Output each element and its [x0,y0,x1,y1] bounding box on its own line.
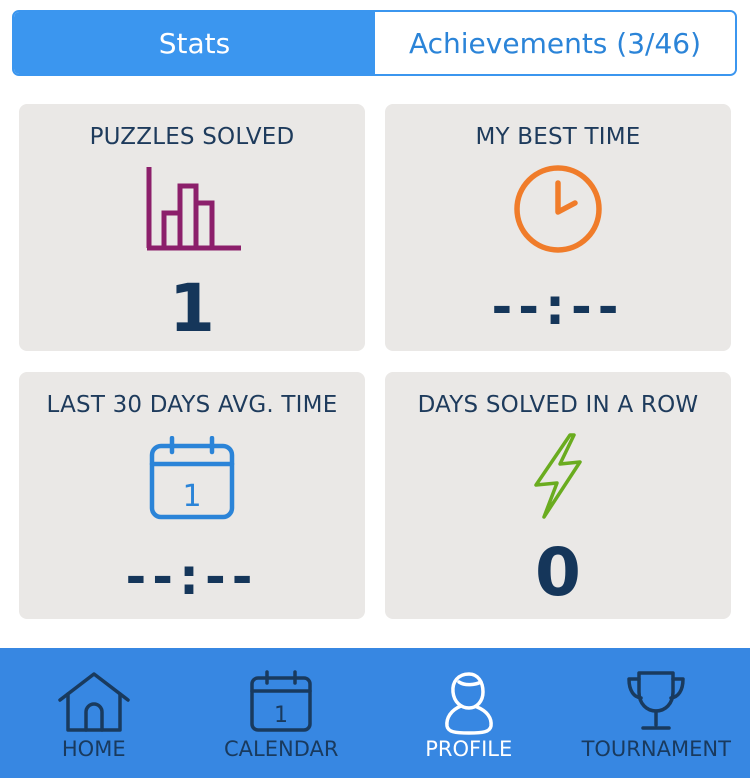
nav-tournament-label: TOURNAMENT [581,737,731,761]
puzzles-solved-card: PUZZLES SOLVED 1 [19,104,365,351]
calendar-icon-day: 1 [182,479,201,514]
streak-value: 0 [535,534,581,611]
trophy-icon [627,671,685,730]
nav-home-label: HOME [61,737,126,761]
avg-time-value: --:-- [125,548,259,606]
tab-achievements-label: Achievements (3/46) [408,26,702,60]
calendar-icon: 1 [149,436,235,520]
best-time-card: MY BEST TIME --:-- [385,104,731,351]
nav-tournament[interactable]: TOURNAMENT [563,648,750,778]
clock-icon [514,165,602,253]
best-time-value: --:-- [491,278,625,336]
tab-achievements[interactable]: Achievements (3/46) [375,12,735,74]
nav-calendar[interactable]: 1 CALENDAR [188,648,376,778]
nav-calendar-label: CALENDAR [224,737,339,761]
avg-time-card: LAST 30 DAYS AVG. TIME 1 --:-- [19,372,365,619]
calendar-icon: 1 [250,670,312,732]
card-title: DAYS SOLVED IN A ROW [417,392,699,418]
streak-card: DAYS SOLVED IN A ROW 0 [385,372,731,619]
card-title: PUZZLES SOLVED [89,124,295,150]
stats-screen: Stats Achievements (3/46) PUZZLES SOLVED… [0,0,750,778]
home-icon [58,672,130,732]
nav-profile[interactable]: PROFILE [375,648,563,778]
card-title: MY BEST TIME [475,124,641,150]
profile-icon [444,672,493,735]
stats-achievements-tabs: Stats Achievements (3/46) [12,10,737,76]
lightning-icon [534,433,582,519]
tab-stats[interactable]: Stats [14,12,375,74]
nav-calendar-icon-day: 1 [274,703,288,728]
bottom-nav: HOME 1 CALENDAR PROFILE TOURNAMENT [0,648,750,778]
bar-chart-icon [146,167,241,251]
card-title: LAST 30 DAYS AVG. TIME [46,392,338,418]
nav-profile-label: PROFILE [425,737,513,761]
puzzles-solved-value: 1 [169,270,215,347]
tab-stats-label: Stats [158,26,231,60]
nav-home[interactable]: HOME [0,648,188,778]
